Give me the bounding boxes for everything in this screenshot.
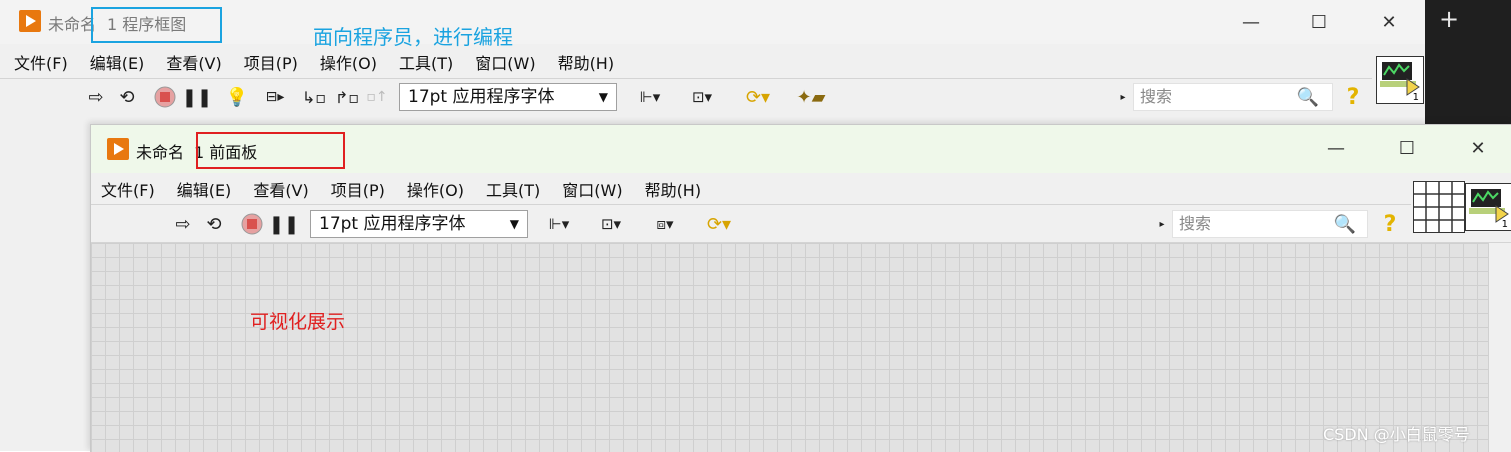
- font-select[interactable]: 17pt 应用程序字体 ▼: [399, 83, 617, 111]
- distribute-objects-icon[interactable]: ⊡▾: [591, 211, 631, 237]
- new-tab-plus-icon[interactable]: +: [1439, 4, 1459, 34]
- vi-icon-number: 1: [1412, 92, 1419, 103]
- reorder-icon[interactable]: ⟳▾: [738, 84, 778, 110]
- clean-up-diagram-icon[interactable]: ✦▰: [794, 84, 828, 110]
- menu-project[interactable]: 项目(P): [244, 50, 298, 74]
- run-continuously-icon[interactable]: ⟲: [201, 211, 227, 237]
- window-title-prefix: 未命名: [136, 143, 185, 162]
- minimize-button[interactable]: —: [1228, 2, 1274, 42]
- chevron-down-icon: ▼: [509, 217, 519, 231]
- minimize-button[interactable]: —: [1313, 128, 1359, 168]
- front-panel-window: 未命名 1 前面板 — ☐ ✕ 文件(F) 编辑(E) 查看(V) 项目(P) 操作(O…: [90, 124, 1511, 452]
- abort-icon[interactable]: [152, 84, 178, 110]
- step-over-icon[interactable]: ↱▫: [334, 84, 360, 110]
- search-expand-arrow-icon[interactable]: ▸: [1155, 215, 1169, 233]
- search-icon[interactable]: 🔍: [1331, 211, 1359, 237]
- annotation-highlight-box: [196, 132, 345, 169]
- step-out-icon[interactable]: ▫↑: [364, 84, 390, 110]
- highlight-execution-bulb-icon[interactable]: 💡: [224, 84, 250, 110]
- font-select-value: 17pt 应用程序字体: [319, 214, 466, 234]
- help-icon[interactable]: ?: [1377, 210, 1403, 238]
- search-icon[interactable]: 🔍: [1294, 84, 1322, 110]
- vertical-scrollbar[interactable]: [1488, 243, 1511, 452]
- menu-help[interactable]: 帮助(H): [558, 50, 615, 74]
- vi-icon[interactable]: 1: [1465, 183, 1511, 231]
- annotation-programming: 面向程序员，进行编程: [313, 25, 513, 49]
- pause-icon[interactable]: ❚❚: [182, 84, 212, 110]
- distribute-objects-icon[interactable]: ⊡▾: [682, 84, 722, 110]
- menu-file[interactable]: 文件(F): [101, 177, 155, 201]
- run-continuously-icon[interactable]: ⟲: [114, 84, 140, 110]
- front-panel-grid-canvas[interactable]: 可视化展示 CSDN @小白鼠零号: [91, 243, 1488, 452]
- run-arrow-icon[interactable]: ⇨: [84, 84, 108, 110]
- menu-file[interactable]: 文件(F): [14, 50, 68, 74]
- menu-tools[interactable]: 工具(T): [486, 177, 540, 201]
- menu-view[interactable]: 查看(V): [253, 177, 308, 201]
- abort-icon[interactable]: [239, 211, 265, 237]
- chevron-down-icon: ▼: [598, 90, 608, 104]
- divider: [91, 204, 1411, 205]
- maximize-button[interactable]: ☐: [1384, 128, 1430, 168]
- close-button[interactable]: ✕: [1455, 128, 1501, 168]
- search-placeholder: 搜索: [1179, 214, 1212, 233]
- close-button[interactable]: ✕: [1366, 2, 1412, 42]
- pause-icon[interactable]: ❚❚: [269, 211, 299, 237]
- menu-operate[interactable]: 操作(O): [320, 50, 377, 74]
- menu-operate[interactable]: 操作(O): [407, 177, 464, 201]
- menu-help[interactable]: 帮助(H): [645, 177, 702, 201]
- menu-project[interactable]: 项目(P): [331, 177, 385, 201]
- menu-edit[interactable]: 编辑(E): [177, 177, 232, 201]
- front-panel-menubar: 文件(F) 编辑(E) 查看(V) 项目(P) 操作(O) 工具(T) 窗口(W) 帮助(H): [101, 177, 723, 201]
- maximize-button[interactable]: ☐: [1296, 2, 1342, 42]
- menu-tools[interactable]: 工具(T): [399, 50, 453, 74]
- menu-edit[interactable]: 编辑(E): [90, 50, 145, 74]
- reorder-icon[interactable]: ⟳▾: [699, 211, 739, 237]
- block-diagram-titlebar: 未命名 1 程序框图 面向程序员，进行编程 — ☐ ✕: [0, 0, 1425, 49]
- resize-objects-icon[interactable]: ⧈▾: [645, 211, 685, 237]
- vi-icon[interactable]: 1: [1376, 56, 1424, 104]
- help-icon[interactable]: ?: [1340, 83, 1366, 111]
- menu-view[interactable]: 查看(V): [166, 50, 221, 74]
- labview-app-icon: [107, 138, 129, 160]
- vi-icon-number: 1: [1501, 219, 1508, 230]
- search-placeholder: 搜索: [1140, 87, 1173, 106]
- watermark: CSDN @小白鼠零号: [1323, 425, 1470, 444]
- font-select-value: 17pt 应用程序字体: [408, 87, 555, 107]
- run-arrow-icon[interactable]: ⇨: [171, 211, 195, 237]
- labview-app-icon: [19, 10, 41, 32]
- window-title-prefix: 未命名: [48, 15, 97, 34]
- align-objects-icon[interactable]: ⊩▾: [630, 84, 670, 110]
- align-objects-icon[interactable]: ⊩▾: [539, 211, 579, 237]
- annotation-visualization: 可视化展示: [250, 311, 346, 333]
- menu-window[interactable]: 窗口(W): [475, 50, 535, 74]
- divider: [0, 78, 1372, 79]
- front-panel-titlebar: 未命名 1 前面板 — ☐ ✕: [91, 125, 1511, 173]
- block-diagram-menubar: 文件(F) 编辑(E) 查看(V) 项目(P) 操作(O) 工具(T) 窗口(W) 帮助(H): [14, 50, 636, 74]
- menu-window[interactable]: 窗口(W): [562, 177, 622, 201]
- retain-wire-values-icon[interactable]: ⊟▸: [260, 84, 290, 110]
- step-into-icon[interactable]: ↳▫: [300, 84, 328, 110]
- font-select[interactable]: 17pt 应用程序字体 ▼: [310, 210, 528, 238]
- search-expand-arrow-icon[interactable]: ▸: [1116, 88, 1130, 106]
- annotation-highlight-box: [91, 7, 222, 43]
- connector-pane-icon[interactable]: [1413, 181, 1465, 233]
